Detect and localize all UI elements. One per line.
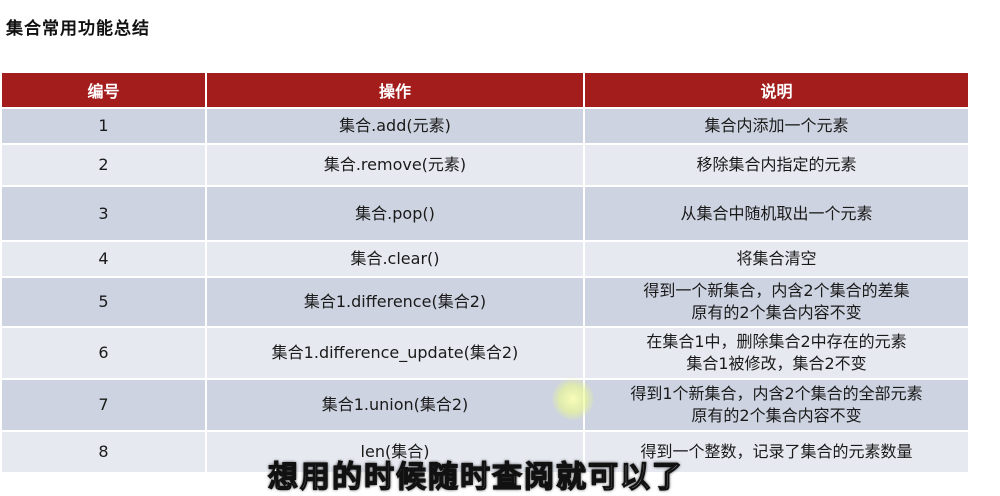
description-line: 集合内添加一个元素 (704, 116, 849, 135)
row-description: 得到一个新集合，内含2个集合的差集 原有的2个集合内容不变 (584, 276, 968, 327)
row-number: 2 (2, 143, 207, 186)
row-description: 将集合清空 (584, 240, 968, 277)
page-title: 集合常用功能总结 (6, 19, 150, 39)
table-row: 3 集合.pop() 从集合中随机取出一个元素 (2, 185, 968, 241)
row-number: 4 (2, 240, 207, 277)
table-row: 7 集合1.union(集合2) 得到1个新集合，内含2个集合的全部元素 原有的… (2, 378, 968, 431)
table-row: 2 集合.remove(元素) 移除集合内指定的元素 (2, 143, 968, 186)
set-functions-table: 编号 操作 说明 1 集合.add(元素) 集合内添加一个元素 2 集合.rem… (2, 73, 968, 472)
header-operation: 操作 (206, 73, 585, 108)
description-line: 得到1个新集合，内含2个集合的全部元素 (630, 384, 923, 403)
description-line: 原有的2个集合内容不变 (691, 303, 862, 322)
description-line: 集合1被修改，集合2不变 (686, 354, 867, 373)
row-operation: 集合.remove(元素) (206, 143, 585, 186)
cursor-highlight (552, 378, 594, 420)
header-number: 编号 (2, 73, 207, 108)
row-description: 移除集合内指定的元素 (584, 143, 968, 186)
description-line: 将集合清空 (736, 249, 817, 268)
description-line: 从集合中随机取出一个元素 (680, 203, 873, 223)
description-line: 原有的2个集合内容不变 (691, 406, 862, 425)
table-header-row: 编号 操作 说明 (2, 73, 968, 108)
description-line: 移除集合内指定的元素 (696, 155, 857, 174)
row-operation: 集合.add(元素) (206, 107, 585, 144)
row-operation: 集合1.union(集合2) (206, 378, 585, 431)
row-number: 5 (2, 276, 207, 327)
description-line: 在集合1中，删除集合2中存在的元素 (646, 332, 907, 351)
description-line: 得到一个新集合，内含2个集合的差集 (643, 281, 910, 300)
table-row: 5 集合1.difference(集合2) 得到一个新集合，内含2个集合的差集 … (2, 276, 968, 327)
header-description: 说明 (584, 73, 968, 108)
functions-table-container: 编号 操作 说明 1 集合.add(元素) 集合内添加一个元素 2 集合.rem… (2, 73, 968, 472)
row-number: 8 (2, 430, 207, 472)
row-number: 3 (2, 185, 207, 241)
video-subtitle: 想用的时候随时查阅就可以了 (267, 459, 684, 495)
row-operation: 集合.clear() (206, 240, 585, 277)
row-description: 集合内添加一个元素 (584, 107, 968, 144)
row-number: 7 (2, 378, 207, 431)
table-row: 1 集合.add(元素) 集合内添加一个元素 (2, 107, 968, 144)
row-number: 1 (2, 107, 207, 144)
row-operation: 集合.pop() (206, 185, 585, 241)
row-operation: 集合1.difference(集合2) (206, 276, 585, 327)
table-row: 6 集合1.difference_update(集合2) 在集合1中，删除集合2… (2, 326, 968, 379)
row-description: 在集合1中，删除集合2中存在的元素 集合1被修改，集合2不变 (584, 326, 968, 379)
row-operation: 集合1.difference_update(集合2) (206, 326, 585, 379)
row-description: 从集合中随机取出一个元素 (584, 185, 968, 241)
row-description: 得到1个新集合，内含2个集合的全部元素 原有的2个集合内容不变 (584, 378, 968, 431)
row-number: 6 (2, 326, 207, 379)
table-row: 4 集合.clear() 将集合清空 (2, 240, 968, 277)
